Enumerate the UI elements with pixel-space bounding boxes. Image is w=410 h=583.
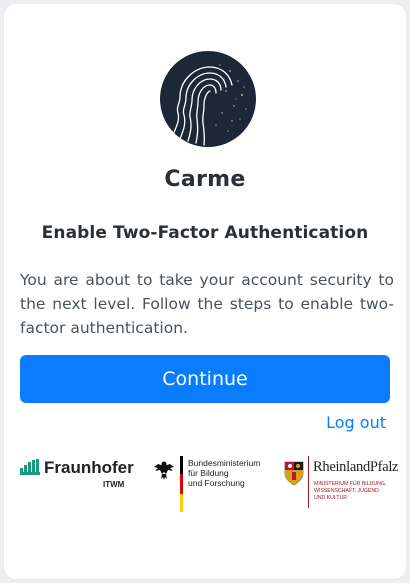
fraunhofer-name: Fraunhofer [44, 458, 134, 477]
divider [308, 456, 309, 508]
rlp-ministry: MINISTERIUM FÜR BILDUNG, WISSENSCHAFT, J… [314, 481, 387, 501]
bmbf-logo-icon: Bundesministerium für Bildung und Forsch… [150, 456, 270, 520]
bmbf-name: Bundesministerium für Bildung und Forsch… [188, 458, 261, 488]
app-logo-icon [160, 51, 256, 147]
page-title: Enable Two-Factor Authentication [41, 223, 369, 243]
fraunhofer-logo-icon: Fraunhofer ITWM [20, 456, 145, 496]
continue-button[interactable]: Continue [20, 355, 390, 403]
rlp-logo-icon: RheinlandPfalz MINISTERIUM FÜR BILDUNG, … [284, 456, 399, 516]
description-text: You are about to take your account secur… [20, 271, 394, 337]
logout-link[interactable]: Log out [326, 413, 386, 432]
fraunhofer-sub: ITWM [103, 480, 125, 489]
rlp-name: RheinlandPfalz [313, 459, 399, 475]
flag-bar [180, 456, 183, 512]
login-card: Carme Enable Two-Factor Authentication Y… [4, 4, 406, 579]
app-name: Carme [164, 167, 246, 192]
